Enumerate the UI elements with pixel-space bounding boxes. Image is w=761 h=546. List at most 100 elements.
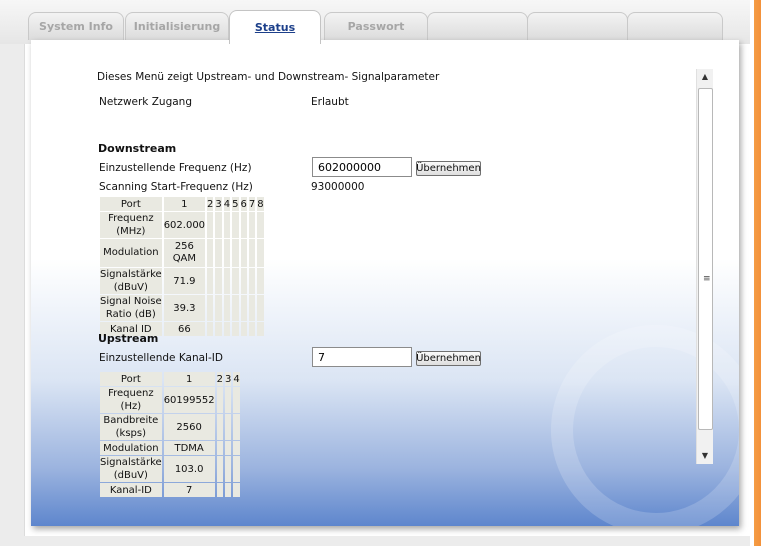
table-cell: [257, 239, 264, 267]
table-cell: [216, 441, 223, 455]
tab-system-info[interactable]: System Info: [28, 12, 124, 40]
table-cell: 602.000: [163, 212, 206, 238]
table-cell: [233, 387, 240, 413]
table-cell: [232, 212, 239, 238]
table-header-cell: 4: [223, 197, 231, 211]
table-header-cell: 7: [248, 197, 256, 211]
table-cell: [224, 483, 232, 497]
arrow-up-icon[interactable]: ▲: [697, 69, 713, 85]
downstream-frequency-input[interactable]: [312, 157, 412, 177]
table-cell: [248, 268, 256, 294]
table-cell: [233, 456, 240, 482]
table-row: Frequenz (MHz) 602.000: [100, 212, 264, 238]
table-cell: 39.3: [163, 295, 206, 321]
table-cell: [248, 239, 256, 267]
table-cell: [223, 322, 231, 336]
table-header-cell: 3: [215, 197, 222, 211]
table-cell: [240, 239, 247, 267]
status-panel: Dieses Menü zeigt Upstream- und Downstre…: [31, 40, 739, 526]
table-cell: [224, 441, 232, 455]
tab-passwort[interactable]: Passwort: [324, 12, 428, 40]
table-cell: [224, 387, 232, 413]
table-cell: [223, 212, 231, 238]
table-cell: [216, 414, 223, 440]
table-cell: [257, 212, 264, 238]
tab-empty-1[interactable]: [427, 12, 528, 40]
table-header-cell: 2: [207, 197, 214, 211]
tab-empty-3[interactable]: [627, 12, 723, 40]
downstream-table: Port 1 2 3 4 5 6 7 8 Frequenz (MHz) 602.…: [98, 196, 266, 337]
vertical-scrollbar[interactable]: ▲ ≡ ▼: [696, 69, 713, 464]
downstream-frequency-label: Einzustellende Frequenz (Hz): [99, 162, 252, 174]
table-cell: 66: [163, 322, 206, 336]
table-cell: [215, 322, 222, 336]
table-cell: [232, 322, 239, 336]
table-cell: [240, 268, 247, 294]
upstream-apply-button[interactable]: Übernehmen: [416, 351, 481, 366]
table-cell: [223, 268, 231, 294]
table-header-cell: Port: [100, 197, 162, 211]
table-cell: [257, 295, 264, 321]
table-cell: 7: [163, 483, 215, 497]
table-cell: Signalstärke (dBuV): [100, 268, 162, 294]
upstream-heading: Upstream: [98, 332, 159, 345]
table-cell: [207, 268, 214, 294]
left-strip: [0, 44, 25, 546]
table-cell: 71.9: [163, 268, 206, 294]
upstream-table-header: Port 1 2 3 4: [100, 372, 240, 386]
table-row: Modulation TDMA: [100, 441, 240, 455]
table-header-cell: Port: [100, 372, 162, 386]
table-cell: 103.0: [163, 456, 215, 482]
table-cell: [233, 483, 240, 497]
upstream-table: Port 1 2 3 4 Frequenz (Hz) 60199552 Band…: [98, 371, 242, 498]
table-cell: [207, 295, 214, 321]
table-cell: [215, 295, 222, 321]
table-cell: [233, 414, 240, 440]
tab-status[interactable]: Status: [229, 10, 321, 44]
table-cell: Bandbreite (ksps): [100, 414, 162, 440]
table-cell: [248, 295, 256, 321]
table-cell: [257, 268, 264, 294]
table-row: Signalstärke (dBuV) 103.0: [100, 456, 240, 482]
intro-text: Dieses Menü zeigt Upstream- und Downstre…: [97, 71, 440, 83]
table-cell: [248, 212, 256, 238]
table-cell: Modulation: [100, 441, 162, 455]
table-cell: [215, 268, 222, 294]
table-header-cell: 1: [163, 372, 215, 386]
scroll-grip-icon: ≡: [703, 274, 711, 284]
table-header-cell: 8: [257, 197, 264, 211]
right-edge-accent: [750, 0, 761, 546]
tab-empty-2[interactable]: [527, 12, 628, 40]
table-cell: [223, 295, 231, 321]
table-cell: TDMA: [163, 441, 215, 455]
table-cell: [215, 212, 222, 238]
table-row: Frequenz (Hz) 60199552: [100, 387, 240, 413]
table-cell: Kanal-ID: [100, 483, 162, 497]
upstream-channel-input[interactable]: [312, 347, 412, 367]
table-cell: [215, 239, 222, 267]
table-cell: [207, 239, 214, 267]
table-row: Kanal-ID 7: [100, 483, 240, 497]
table-cell: [240, 212, 247, 238]
arrow-down-icon[interactable]: ▼: [697, 448, 713, 464]
table-cell: [257, 322, 264, 336]
table-cell: [232, 239, 239, 267]
table-cell: [232, 295, 239, 321]
table-cell: [216, 483, 223, 497]
downstream-apply-button[interactable]: Übernehmen: [416, 161, 481, 176]
table-header-cell: 6: [240, 197, 247, 211]
table-cell: [240, 295, 247, 321]
table-header-cell: 1: [163, 197, 206, 211]
table-cell: [224, 456, 232, 482]
table-row: Signal Noise Ratio (dB) 39.3: [100, 295, 264, 321]
scan-start-frequency-label: Scanning Start-Frequenz (Hz): [99, 181, 253, 193]
network-access-label: Netzwerk Zugang: [99, 96, 192, 108]
upstream-channel-label: Einzustellende Kanal-ID: [99, 352, 223, 364]
table-cell: Modulation: [100, 239, 162, 267]
tab-initialisierung[interactable]: Initialisierung: [125, 12, 229, 40]
table-cell: Signal Noise Ratio (dB): [100, 295, 162, 321]
table-cell: [240, 322, 247, 336]
table-cell: Signalstärke (dBuV): [100, 456, 162, 482]
scrollbar-thumb[interactable]: ≡: [698, 88, 713, 430]
table-header-cell: 4: [233, 372, 240, 386]
